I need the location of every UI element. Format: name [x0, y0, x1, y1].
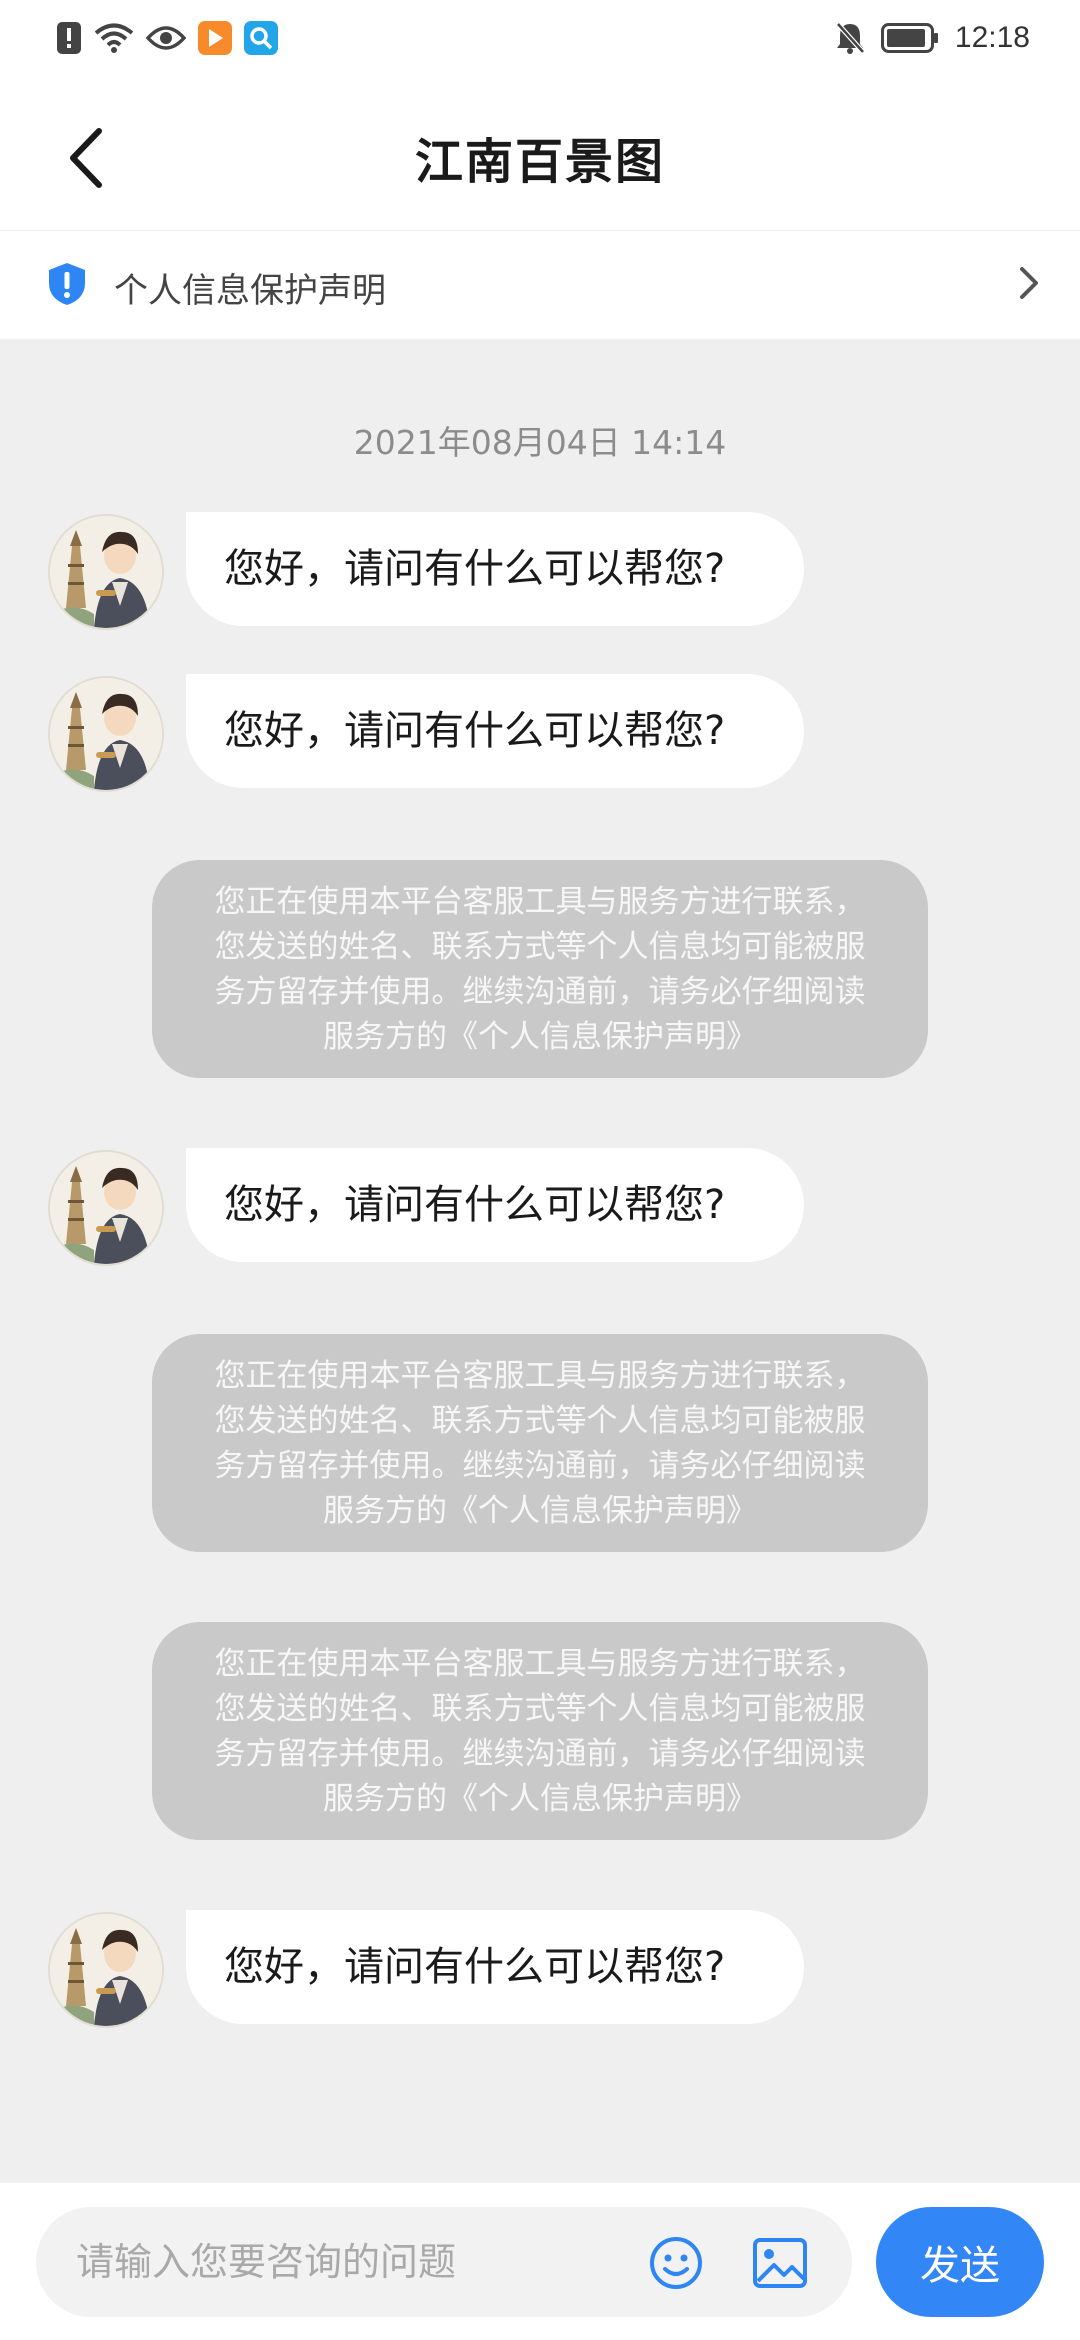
message-bubble: 您好，请问有什么可以帮您?: [186, 1910, 804, 2024]
privacy-notice: 您正在使用本平台客服工具与服务方进行联系， 您发送的姓名、联系方式等个人信息均可…: [152, 1334, 928, 1552]
privacy-statement-link[interactable]: 个人信息保护声明: [0, 230, 1080, 339]
privacy-statement-label: 个人信息保护声明: [114, 271, 386, 311]
emoji-button[interactable]: [648, 2235, 704, 2295]
send-button[interactable]: 发送: [876, 2207, 1044, 2317]
message-bubble: 您好，请问有什么可以帮您?: [186, 512, 804, 626]
message-input-container[interactable]: [36, 2207, 852, 2317]
bell-off-icon: [835, 21, 865, 55]
notice-line: 您正在使用本平台客服工具与服务方进行联系，: [214, 1358, 866, 1394]
avatar[interactable]: [48, 1150, 164, 1266]
notice-line: 您正在使用本平台客服工具与服务方进行联系，: [214, 1646, 866, 1682]
image-button[interactable]: [752, 2237, 808, 2293]
notice-line: 您发送的姓名、联系方式等个人信息均可能被服: [214, 1403, 866, 1439]
eye-icon: [146, 24, 186, 52]
notice-line: 服务方的《个人信息保护声明》: [323, 1019, 757, 1055]
search-app-icon: [244, 21, 278, 55]
chat-timestamp: 2021年08月04日 14:14: [353, 423, 727, 462]
emoji-icon: [650, 2237, 702, 2289]
agent-message: 您好，请问有什么可以帮您?: [48, 1148, 948, 1268]
notice-line: 您正在使用本平台客服工具与服务方进行联系，: [214, 884, 866, 920]
notice-line: 您发送的姓名、联系方式等个人信息均可能被服: [214, 929, 866, 965]
notice-line: 您发送的姓名、联系方式等个人信息均可能被服: [214, 1691, 866, 1727]
battery-icon: [880, 23, 939, 53]
page-title: 江南百景图: [414, 134, 665, 190]
avatar[interactable]: [48, 1912, 164, 2028]
chat-area[interactable]: 2021年08月04日 14:14 您好，请问有什么可以帮您? 您好，请问有什么…: [0, 338, 1080, 2183]
alert-icon: [56, 21, 82, 55]
status-bar: 12:18: [0, 0, 1080, 80]
agent-message: 您好，请问有什么可以帮您?: [48, 512, 948, 632]
message-bubble: 您好，请问有什么可以帮您?: [186, 674, 804, 788]
status-time: 12:18: [954, 21, 1030, 54]
input-bar: 发送: [0, 2183, 1080, 2340]
message-bubble: 您好，请问有什么可以帮您?: [186, 1148, 804, 1262]
avatar[interactable]: [48, 514, 164, 630]
notice-line: 务方留存并使用。继续沟通前，请务必仔细阅读: [214, 974, 866, 1010]
agent-message: 您好，请问有什么可以帮您?: [48, 1910, 948, 2030]
agent-message: 您好，请问有什么可以帮您?: [48, 674, 948, 794]
message-input[interactable]: [74, 2229, 638, 2295]
privacy-notice: 您正在使用本平台客服工具与服务方进行联系， 您发送的姓名、联系方式等个人信息均可…: [152, 1622, 928, 1840]
wifi-icon: [94, 22, 134, 54]
privacy-notice: 您正在使用本平台客服工具与服务方进行联系， 您发送的姓名、联系方式等个人信息均可…: [152, 860, 928, 1078]
avatar[interactable]: [48, 676, 164, 792]
image-icon: [753, 2238, 807, 2288]
notice-line: 服务方的《个人信息保护声明》: [323, 1781, 757, 1817]
notice-line: 务方留存并使用。继续沟通前，请务必仔细阅读: [214, 1736, 866, 1772]
app-icon: [198, 21, 232, 55]
top-nav: 江南百景图: [0, 80, 1080, 230]
shield-icon: [46, 261, 88, 311]
notice-line: 服务方的《个人信息保护声明》: [323, 1493, 757, 1529]
chevron-right-icon: [1018, 265, 1040, 305]
notice-line: 务方留存并使用。继续沟通前，请务必仔细阅读: [214, 1448, 866, 1484]
